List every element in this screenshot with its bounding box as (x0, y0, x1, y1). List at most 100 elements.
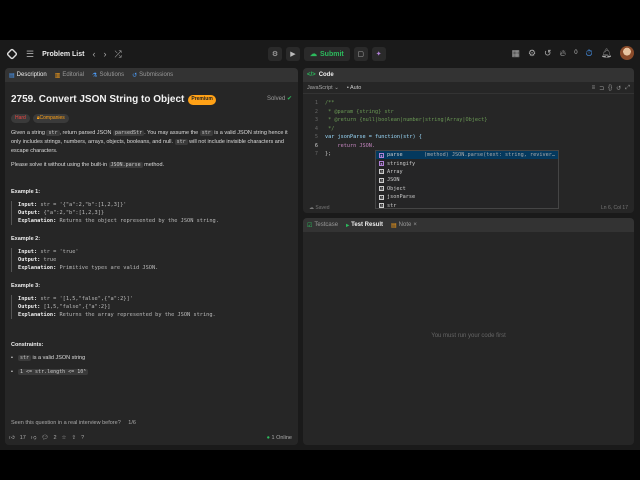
streak-fire-icon[interactable]: 🔥︎ (560, 47, 567, 59)
test-tabs: ☑ Testcase ▸ Test Result ▤ Note × (303, 218, 634, 232)
suggestion-label: parse (387, 152, 403, 159)
tab-solutions[interactable]: ⚗ Solutions (92, 72, 124, 79)
inline-code: 1 <= str.length <= 10⁵ (18, 368, 89, 375)
line-number: 5 (314, 134, 318, 140)
cloud-check-icon: ☁ (309, 205, 314, 211)
page-indicator[interactable]: 1/6 (128, 420, 136, 426)
history-icon: ↺ (132, 72, 138, 79)
run-button[interactable]: ▶ (286, 47, 300, 61)
tab-label: Editorial (62, 72, 85, 78)
close-icon[interactable]: × (413, 222, 417, 228)
dislike-icon[interactable]: 👎︎ (31, 435, 37, 441)
example-title: Example 3: (11, 283, 41, 290)
suggestion-item[interactable]: a JSON (376, 176, 558, 184)
companies-tag[interactable]: 🔒︎Companies (32, 113, 69, 124)
document-icon: ▤ (9, 72, 15, 79)
code-line: return JSON. (325, 142, 375, 149)
notification-bell-icon[interactable]: 🔔︎ (601, 47, 612, 59)
tab-label: Solutions (99, 72, 125, 78)
suggestion-label: stringify (387, 160, 416, 167)
text: , return parsed JSON (59, 130, 113, 137)
check-circle-icon: ✔ (286, 96, 292, 102)
bookmark-icon[interactable]: ⊐ (599, 85, 604, 92)
tab-label: Testcase (314, 222, 339, 228)
suggestion-item[interactable]: a str (376, 201, 558, 209)
comment-count: 2 (53, 435, 57, 441)
text-icon: a (379, 169, 384, 175)
timer-icon[interactable]: ⏱ (586, 47, 593, 59)
text: . You may assume the (144, 130, 200, 137)
list-icon[interactable]: ☰ (26, 48, 34, 60)
tab-label: Note (398, 222, 412, 228)
example-output: [1,5,"false",{"a":2}] (43, 303, 111, 310)
chevron-down-icon: ⌄ (334, 84, 339, 91)
debug-button[interactable]: ⚙ (268, 47, 282, 61)
lock-icon: • (346, 84, 349, 91)
list-item: 1 <= str.length <= 10⁵ (11, 368, 292, 377)
example-explanation: Returns the array represented by the JSO… (59, 312, 216, 319)
braces-icon[interactable]: {} (608, 85, 612, 92)
output-label: Output: (18, 256, 41, 263)
suggestion-label: jsonParse (387, 194, 416, 201)
list-item: str is a valid JSON string (11, 354, 292, 363)
suggestion-item[interactable]: a jsonParse (376, 193, 558, 201)
star-icon[interactable]: ☆ (62, 435, 67, 441)
auto-mode-toggle[interactable]: • Auto (347, 85, 362, 91)
notes-button[interactable]: ▢ (353, 47, 368, 61)
settings-icon[interactable]: ⚙ (528, 47, 536, 59)
share-icon[interactable]: ⇪ (71, 435, 76, 441)
ai-assistant-button[interactable]: ✦ (371, 47, 386, 61)
premium-badge[interactable]: Premium (188, 94, 216, 105)
layout-icon[interactable]: ▦ (511, 47, 520, 59)
suggestion-item[interactable]: ◆ parse (method) JSON.parse(text: string, … (376, 151, 558, 160)
output-label: Output: (18, 209, 41, 216)
line-number: 7 (314, 151, 318, 157)
reset-icon[interactable]: ↺ (616, 85, 621, 92)
inline-code: str (199, 130, 213, 137)
example-input: str = '[1,5,"false",{"a":2}]' (40, 295, 133, 302)
comment-icon[interactable]: 💬︎ (41, 435, 48, 441)
chevron-left-icon[interactable]: ‹ (92, 48, 95, 60)
leetcode-logo-icon[interactable] (6, 48, 18, 60)
play-icon: ▶ (290, 51, 296, 58)
note-icon: ▤ (391, 222, 397, 229)
suggestion-item[interactable]: a Array (376, 168, 558, 176)
problem-title[interactable]: 2759. Convert JSON String to Object (11, 92, 184, 108)
suggestion-item[interactable]: a Object (376, 185, 558, 193)
text: Given a string (11, 130, 47, 137)
code-title: Code (318, 72, 334, 78)
example-block: Input: str = '[1,5,"false",{"a":2}]' Out… (11, 294, 292, 320)
submit-button[interactable]: ☁ Submit (304, 47, 350, 61)
tab-note[interactable]: ▤ Note × (391, 222, 417, 229)
language-label: JavaScript (307, 84, 333, 91)
note-icon: ▢ (357, 51, 365, 58)
format-icon[interactable]: ≡ (592, 85, 596, 92)
code-line: /** (325, 100, 335, 106)
language-select[interactable]: JavaScript ⌄ (307, 85, 339, 91)
tab-test-result[interactable]: ▸ Test Result (346, 222, 383, 229)
fullscreen-icon[interactable]: ⤢ (625, 85, 630, 92)
method-icon: ◆ (379, 152, 384, 158)
chevron-right-icon[interactable]: › (103, 48, 106, 60)
example-input: str = 'true' (40, 248, 79, 255)
user-avatar[interactable] (620, 46, 634, 60)
help-icon[interactable]: ? (81, 435, 84, 441)
saved-label: Saved (315, 205, 330, 211)
description-panel: ▤ Description ▥ Editorial ⚗ Solutions ↺ Subm… (5, 68, 298, 445)
problem-description: 2759. Convert JSON String to Object Prem… (5, 82, 298, 387)
suggestion-item[interactable]: ◆ stringify (376, 159, 558, 167)
tab-submissions[interactable]: ↺ Submissions (132, 72, 173, 79)
tab-label: Submissions (139, 72, 174, 78)
tab-editorial[interactable]: ▥ Editorial (55, 72, 84, 79)
code-line: }; (325, 151, 332, 157)
interview-question-prompt: Seen this question in a real interview b… (11, 420, 136, 426)
problem-list-link[interactable]: Problem List (42, 51, 84, 58)
code-line: * @return {null|boolean|number|string|Ar… (325, 117, 488, 123)
tab-description[interactable]: ▤ Description (9, 72, 47, 79)
shuffle-icon[interactable]: ⤮ (114, 48, 121, 60)
tab-label: Test Result (351, 222, 383, 228)
tab-testcase[interactable]: ☑ Testcase (307, 222, 338, 229)
history-icon[interactable]: ↺ (544, 47, 552, 59)
like-icon[interactable]: 👍︎ (9, 435, 15, 441)
seen-question-text: Seen this question in a real interview b… (11, 420, 121, 426)
